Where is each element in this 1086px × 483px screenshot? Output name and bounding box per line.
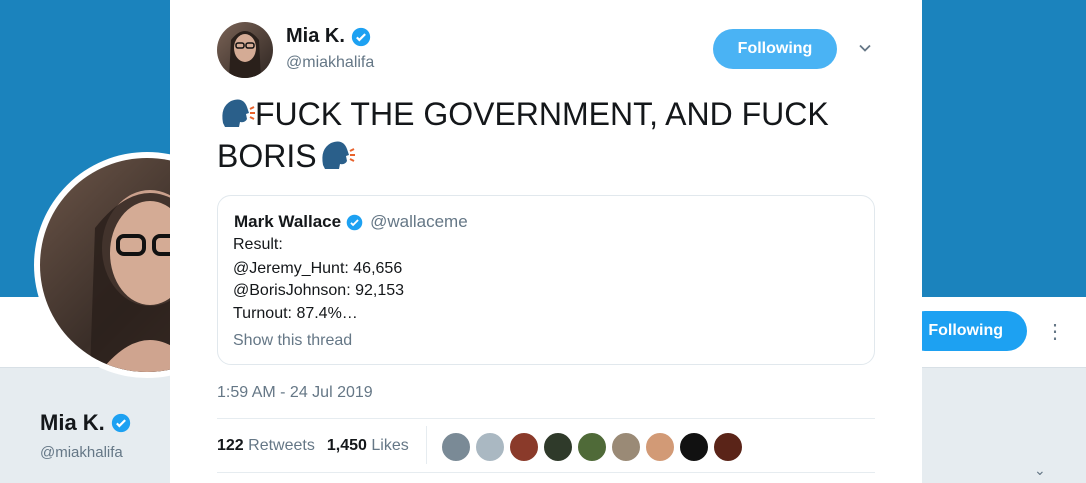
profile-following-button[interactable]: Following	[905, 311, 1027, 351]
verified-badge-icon	[346, 214, 363, 230]
tweet-stats: 122 Retweets 1,450 Likes	[217, 437, 409, 455]
speaking-head-icon	[222, 99, 255, 127]
retweets-stat[interactable]: 122 Retweets	[217, 437, 315, 455]
tweet-text: FUCK THE GOVERNMENT, AND FUCK BORIS	[217, 93, 867, 177]
quoted-text-line: Result:	[233, 236, 283, 253]
quoted-text-line: Turnout: 87.4%…	[233, 305, 358, 322]
speaking-head-icon	[321, 141, 355, 169]
profile-handle: @miakhalifa	[40, 444, 123, 461]
tweet-modal: Mia K. @miakhalifa Following FUCK THE GO…	[170, 0, 922, 483]
show-thread-link[interactable]: Show this thread	[233, 332, 352, 350]
quoted-author-handle: @wallaceme	[370, 212, 468, 231]
author-avatar[interactable]	[217, 22, 273, 78]
liker-avatar[interactable]	[509, 432, 539, 462]
divider	[217, 472, 875, 473]
quoted-header: Mark Wallace @wallaceme	[234, 212, 468, 232]
liker-avatar[interactable]	[645, 432, 675, 462]
author-handle[interactable]: @miakhalifa	[286, 54, 374, 72]
liker-avatars	[441, 432, 743, 462]
following-button[interactable]: Following	[713, 29, 837, 69]
quoted-tweet[interactable]: Mark Wallace @wallaceme Result: @Jeremy_…	[217, 195, 875, 365]
quoted-text-line: @BorisJohnson: 92,153	[233, 282, 405, 299]
author-name[interactable]: Mia K.	[286, 25, 371, 48]
liker-avatar[interactable]	[713, 432, 743, 462]
likes-stat[interactable]: 1,450 Likes	[327, 437, 409, 455]
chevron-down-icon[interactable]: ⌄	[1034, 462, 1046, 479]
liker-avatar[interactable]	[441, 432, 471, 462]
liker-avatar[interactable]	[543, 432, 573, 462]
chevron-down-icon[interactable]	[858, 41, 872, 55]
liker-avatar[interactable]	[475, 432, 505, 462]
verified-badge-icon	[351, 27, 371, 46]
liker-avatar[interactable]	[679, 432, 709, 462]
tweet-timestamp[interactable]: 1:59 AM - 24 Jul 2019	[217, 384, 373, 402]
liker-avatar[interactable]	[611, 432, 641, 462]
divider	[217, 418, 875, 419]
quoted-text-line: @Jeremy_Hunt: 46,656	[233, 260, 403, 277]
liker-avatar[interactable]	[577, 432, 607, 462]
divider	[426, 426, 427, 464]
quoted-author-name: Mark Wallace	[234, 212, 342, 231]
profile-name: Mia K.	[40, 410, 131, 436]
verified-badge-icon	[111, 413, 130, 433]
more-options-icon[interactable]: ⋮	[1045, 320, 1065, 344]
divider	[922, 432, 1086, 433]
